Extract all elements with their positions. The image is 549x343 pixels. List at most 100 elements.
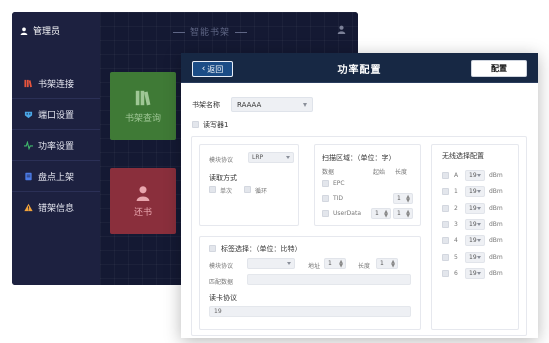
- scan-epc-checkbox[interactable]: [322, 180, 329, 187]
- card-protocol-input[interactable]: 19: [209, 306, 411, 317]
- port-icon: [24, 111, 33, 118]
- stepper-arrows-icon: ▲ ▼: [391, 259, 395, 269]
- sidebar-item-label: 书架连接: [38, 79, 75, 90]
- stepper-arrows-icon: ▲ ▼: [406, 194, 410, 204]
- antenna-row: 3 19 dBm: [432, 218, 520, 231]
- reader-checkbox[interactable]: [192, 121, 199, 128]
- screen: 管理员 书架连接 端口设置 功率设置 盘点上架 错架信息 智能书架 书架查询 还…: [0, 0, 549, 343]
- antenna-unit: dBm: [489, 237, 503, 245]
- wireless-config-panel: 无线选择配置 A 19 dBm 1 19 dBm 2 19 dBm 3 19 dBm 4 19 dBm 5 19…: [431, 144, 519, 330]
- shelf-name-value: RAAAA: [237, 100, 262, 109]
- scan-userdata-length-stepper[interactable]: 1 ▲ ▼: [393, 208, 413, 219]
- antenna-power-select[interactable]: 19: [465, 235, 485, 247]
- sidebar-item-power-settings[interactable]: 功率设置: [12, 130, 100, 161]
- address-stepper[interactable]: 1 ▲ ▼: [324, 258, 346, 269]
- scan-header-data: 数据: [322, 169, 335, 176]
- chevron-down-icon: [477, 174, 481, 177]
- sidebar-item-label: 错架信息: [38, 204, 75, 214]
- protocol-panel: 模块协议 LRP 读取方式 单次 循环: [199, 144, 299, 226]
- inventory-icon: [25, 172, 32, 180]
- scan-area-label: 扫描区域：（单位：字）: [322, 154, 396, 162]
- sidebar-item-shelf-connect[interactable]: 书架连接: [12, 68, 100, 99]
- stepper-arrows-icon: ▲ ▼: [339, 259, 343, 269]
- scan-area-panel: 扫描区域：（单位：字） 数据 起始 长度 EPC TID 1 ▲ ▼ UserDa…: [314, 144, 421, 226]
- antenna-power-select[interactable]: 19: [465, 202, 485, 214]
- address-label: 地址: [308, 263, 321, 270]
- scan-tid-length-stepper[interactable]: 1 ▲ ▼: [393, 193, 413, 204]
- antenna-power-select[interactable]: 19: [465, 251, 485, 263]
- antenna-checkbox[interactable]: [442, 269, 449, 277]
- shelf-name-select[interactable]: RAAAA: [231, 97, 313, 112]
- tag-select-panel: 标签选择：（单位：比特） 模块协议 地址 1 ▲ ▼ 长度 1 ▲ ▼ 匹配数据 读…: [199, 236, 421, 330]
- tile-label: 还书: [133, 207, 152, 218]
- tag-select-label: 标签选择：（单位：比特）: [221, 245, 302, 253]
- chevron-down-icon: [477, 222, 481, 226]
- user-icon: [20, 27, 28, 35]
- antenna-power-value: 19: [469, 269, 477, 277]
- sidebar-item-port-settings[interactable]: 端口设置: [12, 99, 100, 130]
- antenna-unit: dBm: [489, 204, 503, 212]
- return-icon: [136, 185, 150, 201]
- sidebar-item-inventory[interactable]: 盘点上架: [12, 161, 100, 192]
- scan-row-name: TID: [333, 195, 344, 202]
- length-label: 长度: [358, 263, 371, 270]
- read-loop-checkbox[interactable]: [244, 186, 251, 193]
- antenna-checkbox[interactable]: [442, 172, 449, 179]
- tile-label: 书架查询: [124, 113, 161, 124]
- read-loop-label: 循环: [255, 188, 268, 195]
- chevron-down-icon: [477, 255, 481, 259]
- stepper-value: 1: [397, 210, 401, 217]
- antenna-power-value: 19: [469, 172, 477, 179]
- antenna-power-value: 19: [469, 253, 477, 261]
- stepper-value: 1: [328, 260, 332, 267]
- user-name: 管理员: [33, 27, 61, 37]
- stepper-value: 1: [397, 195, 401, 202]
- back-button[interactable]: ‹ 返回: [192, 61, 233, 77]
- reader-label: 读写器1: [203, 121, 229, 129]
- pulse-icon: [24, 140, 33, 150]
- shelf-query-tile[interactable]: 书架查询: [110, 72, 176, 140]
- stepper-value: 1: [375, 210, 379, 217]
- protocol-value: LRP: [252, 154, 264, 161]
- antenna-checkbox[interactable]: [442, 188, 449, 196]
- read-single-checkbox[interactable]: [209, 186, 216, 193]
- match-data-input[interactable]: [247, 274, 411, 285]
- antenna-power-value: 19: [469, 237, 477, 245]
- antenna-unit: dBm: [489, 269, 503, 277]
- antenna-unit: dBm: [489, 220, 503, 228]
- antenna-name: A: [454, 172, 459, 179]
- user-profile[interactable]: 管理员: [20, 24, 60, 37]
- chevron-down-icon: [477, 239, 481, 243]
- antenna-row: 5 19 dBm: [432, 251, 520, 264]
- shelf-name-label: 书架名称: [192, 101, 220, 109]
- back-label: 返回: [207, 64, 224, 74]
- chevron-down-icon: [477, 206, 481, 210]
- protocol-select[interactable]: LRP: [248, 152, 294, 163]
- user-icon[interactable]: [337, 25, 346, 34]
- tag-protocol-select[interactable]: [247, 258, 295, 269]
- scan-header-start: 起始: [373, 169, 386, 176]
- scan-userdata-start-stepper[interactable]: 1 ▲ ▼: [371, 208, 391, 219]
- chevron-down-icon: [286, 156, 290, 159]
- bookshelf-icon: [24, 79, 32, 87]
- antenna-checkbox[interactable]: [442, 237, 449, 245]
- sidebar-item-misplaced-info[interactable]: 错架信息: [12, 192, 100, 223]
- antenna-checkbox[interactable]: [442, 220, 449, 228]
- scan-tid-checkbox[interactable]: [322, 195, 329, 202]
- tag-select-checkbox[interactable]: [209, 245, 216, 252]
- sidebar-item-label: 盘点上架: [38, 172, 75, 183]
- antenna-checkbox[interactable]: [442, 204, 449, 212]
- card-protocol-label: 读卡协议: [209, 294, 237, 302]
- antenna-power-select[interactable]: 19: [465, 218, 485, 230]
- scan-userdata-checkbox[interactable]: [322, 210, 329, 217]
- antenna-power-select[interactable]: 19: [465, 267, 485, 279]
- antenna-power-select[interactable]: 19: [465, 170, 485, 181]
- sidebar-menu: 书架连接 端口设置 功率设置 盘点上架 错架信息: [12, 68, 100, 223]
- antenna-checkbox[interactable]: [442, 253, 449, 261]
- antenna-power-select[interactable]: 19: [465, 186, 485, 198]
- warning-icon: [24, 203, 33, 212]
- chevron-left-icon: ‹: [201, 64, 206, 74]
- config-button[interactable]: 配置: [471, 60, 527, 77]
- return-book-tile[interactable]: 还书: [110, 168, 176, 234]
- length-stepper[interactable]: 1 ▲ ▼: [376, 258, 398, 269]
